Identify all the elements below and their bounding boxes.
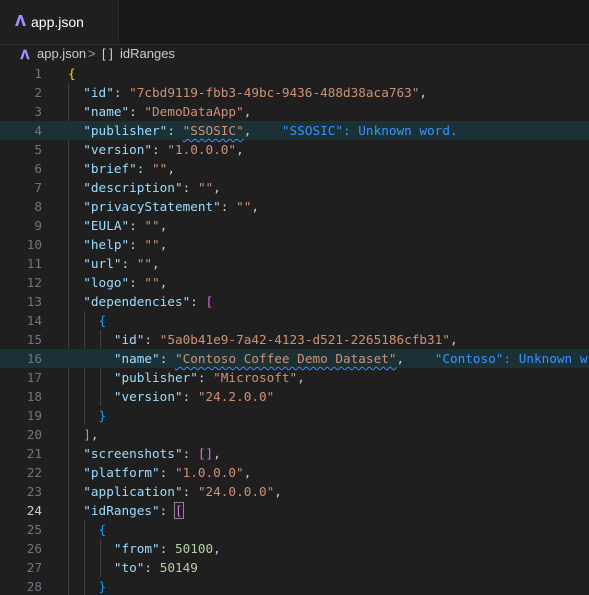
code-line: 22 "platform": "1.0.0.0", — [26, 465, 252, 480]
al-file-icon — [13, 12, 27, 32]
code-line: 15 "id": "5a0b41e9-7a42-4123-d521-226518… — [26, 332, 458, 347]
code-editor[interactable]: 1{ 2 "id": "7cbd9119-fbb3-49bc-9436-488d… — [0, 64, 589, 595]
code-line: 13 "dependencies": [ — [26, 294, 214, 309]
tab-bar: app.json — [0, 0, 589, 45]
code-line: 27 "to": 50149 — [26, 560, 198, 575]
inline-diagnostic: "Contoso": Unknown w — [434, 351, 588, 366]
code-line: 17 "publisher": "Microsoft", — [26, 370, 305, 385]
code-line: 23 "application": "24.0.0.0", — [26, 484, 282, 499]
code-line: 9 "EULA": "", — [34, 218, 168, 233]
code-line: 3 "name": "DemoDataApp", — [34, 104, 252, 119]
breadcrumb-symbol[interactable]: idRanges — [120, 46, 175, 61]
code-line: 11 "url": "", — [26, 256, 160, 271]
tab-app-json[interactable]: app.json — [0, 0, 119, 44]
code-line: 8 "privacyStatement": "", — [34, 199, 259, 214]
tab-label: app.json — [31, 14, 84, 30]
code-line: 10 "help": "", — [26, 237, 168, 252]
breadcrumb-file[interactable]: app.json — [37, 46, 86, 61]
code-line: 4 "publisher": "SSOSIC", "SSOSIC": Unkno… — [0, 121, 589, 140]
array-icon: [ ] — [102, 46, 113, 61]
inline-diagnostic: "SSOSIC": Unknown word. — [281, 123, 458, 138]
code-line: 21 "screenshots": [], — [26, 446, 221, 461]
code-line: 25 { — [26, 522, 107, 537]
code-line: 12 "logo": "", — [26, 275, 168, 290]
code-line: 20 ], — [26, 427, 99, 442]
code-line-active: 24 "idRanges": [ — [26, 502, 184, 519]
breadcrumb: app.json > [ ] idRanges — [0, 45, 589, 65]
code-line: 6 "brief": "", — [34, 161, 175, 176]
code-line: 2 "id": "7cbd9119-fbb3-49bc-9436-488d38a… — [34, 85, 428, 100]
code-line: 19 } — [26, 408, 107, 423]
code-line: 18 "version": "24.2.0.0" — [26, 389, 275, 404]
code-line: 28 } — [26, 579, 107, 594]
code-line: 14 { — [26, 313, 107, 328]
code-line: 26 "from": 50100, — [26, 541, 221, 556]
al-file-icon — [18, 47, 31, 64]
code-line: 5 "version": "1.0.0.0", — [34, 142, 244, 157]
code-line: 1{ — [34, 66, 76, 81]
code-line: 16 "name": "Contoso Coffee Demo Dataset"… — [0, 349, 589, 368]
chevron-right-icon: > — [88, 46, 96, 61]
code-line: 7 "description": "", — [34, 180, 221, 195]
text-cursor — [182, 504, 184, 519]
